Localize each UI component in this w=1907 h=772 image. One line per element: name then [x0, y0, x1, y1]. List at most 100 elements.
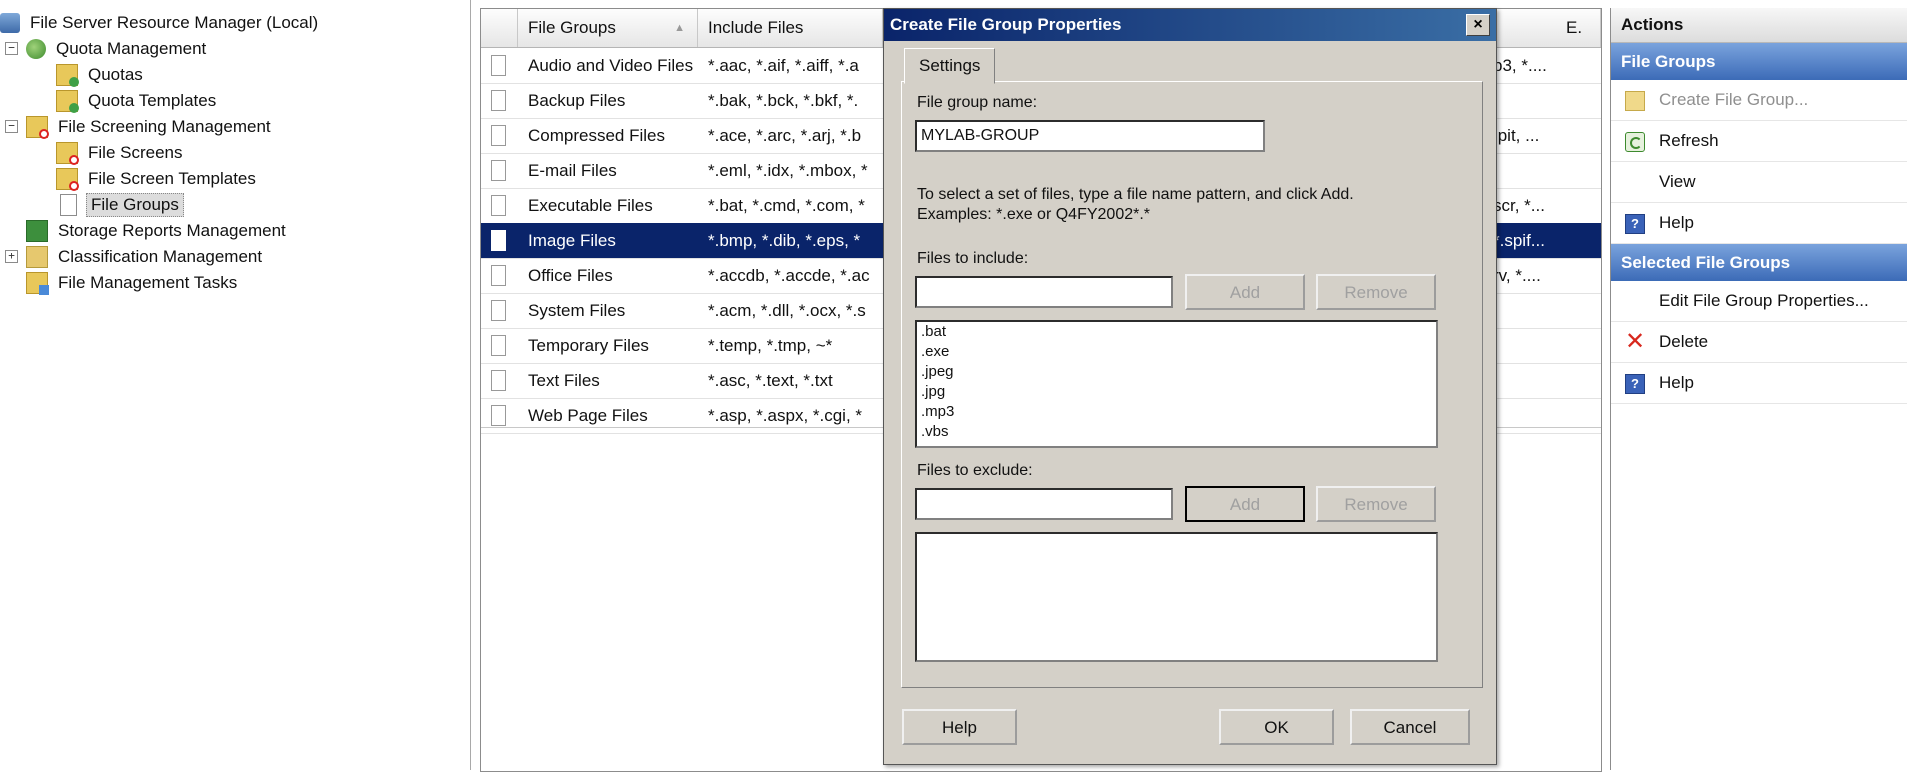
exclude-add-button[interactable]: Add — [1185, 486, 1305, 522]
help-button[interactable]: Help — [902, 709, 1017, 745]
list-item[interactable]: .bat — [917, 322, 1436, 342]
ok-button[interactable]: OK — [1219, 709, 1334, 745]
column-header-include-files[interactable]: Include Files — [698, 9, 883, 47]
include-files-cell: *.asc, *.text, *.txt — [708, 371, 833, 390]
tree-item-label: Storage Reports Management — [58, 221, 286, 240]
tree-item-classification[interactable]: Classification Management — [26, 245, 266, 269]
help-action-selected[interactable]: ? Help — [1611, 363, 1907, 404]
new-file-group-icon — [1625, 91, 1645, 111]
list-item[interactable]: .mp3 — [917, 402, 1436, 422]
file-group-name: System Files — [528, 301, 626, 320]
help-icon: ? — [1625, 214, 1645, 234]
exclude-list[interactable] — [915, 532, 1438, 662]
file-group-name: Executable Files — [528, 196, 653, 215]
dialog-titlebar[interactable]: Create File Group Properties × — [884, 9, 1496, 41]
action-label: Help — [1659, 213, 1694, 232]
instructions-line-2: Examples: *.exe or Q4FY2002*.* — [917, 206, 1151, 223]
include-pattern-input[interactable] — [915, 276, 1173, 308]
delete-action[interactable]: ✕ Delete — [1611, 322, 1907, 363]
tree-item-file-groups[interactable]: File Groups — [60, 193, 184, 217]
include-add-button[interactable]: Add — [1185, 274, 1305, 310]
file-group-icon — [491, 300, 506, 321]
create-file-group-action[interactable]: Create File Group... — [1611, 80, 1907, 121]
list-item[interactable]: .exe — [917, 342, 1436, 362]
tree-item-quota-templates[interactable]: Quota Templates — [56, 89, 220, 113]
file-group-name: Image Files — [528, 231, 616, 250]
include-list[interactable]: .bat .exe .jpeg .jpg .mp3 .vbs — [915, 320, 1438, 448]
help-action[interactable]: ? Help — [1611, 203, 1907, 244]
include-files-cell: *.bak, *.bck, *.bkf, *. — [708, 91, 859, 110]
collapse-icon[interactable]: − — [5, 42, 18, 55]
file-screening-icon — [26, 116, 49, 139]
include-label: Files to include: — [917, 250, 1029, 267]
tree-item-storage-reports[interactable]: Storage Reports Management — [26, 219, 290, 243]
tab-settings[interactable]: Settings — [904, 48, 996, 84]
quota-folder-icon — [56, 64, 79, 87]
file-group-name: Text Files — [528, 371, 600, 390]
list-item[interactable]: .jpeg — [917, 362, 1436, 382]
tree-item-label: File Screen Templates — [88, 169, 256, 188]
cancel-button[interactable]: Cancel — [1350, 709, 1470, 745]
action-label: Help — [1659, 373, 1694, 392]
tree-item-file-screens[interactable]: File Screens — [56, 141, 186, 165]
group-name-input[interactable]: MYLAB-GROUP — [915, 120, 1265, 152]
actions-section-file-groups[interactable]: File Groups — [1611, 43, 1907, 80]
delete-icon: ✕ — [1625, 328, 1646, 355]
collapse-icon[interactable]: − — [5, 120, 18, 133]
exclude-files-cell: .pit, ... — [1493, 126, 1540, 145]
file-group-name: Temporary Files — [528, 336, 649, 355]
tree-item-label: Classification Management — [58, 247, 263, 266]
tree-item-file-screening[interactable]: File Screening Management — [26, 115, 275, 139]
tree-item-label: Quotas — [88, 65, 143, 84]
tree-item-label: File Groups — [86, 193, 184, 217]
include-files-cell: *.bat, *.cmd, *.com, * — [708, 196, 865, 215]
file-group-icon — [491, 160, 506, 181]
exclude-remove-button[interactable]: Remove — [1316, 486, 1436, 522]
tree-item-root[interactable]: File Server Resource Manager (Local) — [0, 11, 322, 35]
column-header-label: E. — [1566, 18, 1583, 37]
view-action[interactable]: View — [1611, 162, 1907, 203]
column-header-file-groups[interactable]: File Groups ▲ — [518, 9, 698, 47]
include-files-cell: *.eml, *.idx, *.mbox, * — [708, 161, 868, 180]
server-icon — [0, 13, 20, 33]
column-header-icon[interactable] — [481, 9, 518, 47]
exclude-pattern-input[interactable] — [915, 488, 1173, 520]
column-header-label: Include Files — [708, 18, 804, 37]
list-item[interactable]: .jpg — [917, 382, 1436, 402]
quota-icon — [26, 39, 46, 59]
tree-item-label: File Screening Management — [58, 117, 271, 136]
help-icon: ? — [1625, 374, 1645, 394]
file-group-icon — [491, 195, 506, 216]
exclude-label: Files to exclude: — [917, 462, 1033, 479]
settings-tab-panel: File group name: MYLAB-GROUP To select a… — [901, 81, 1483, 688]
template-icon — [56, 168, 79, 191]
actions-title: Actions — [1611, 8, 1907, 43]
file-group-icon — [491, 55, 506, 76]
edit-file-group-properties-action[interactable]: Edit File Group Properties... — [1611, 281, 1907, 322]
include-files-cell: *.bmp, *.dib, *.eps, * — [708, 231, 861, 250]
file-screen-icon — [56, 142, 79, 165]
tree-item-file-screen-templates[interactable]: File Screen Templates — [56, 167, 260, 191]
tree-item-quota-management[interactable]: Quota Management — [26, 37, 210, 61]
refresh-action[interactable]: Refresh — [1611, 121, 1907, 162]
template-icon — [56, 90, 79, 113]
include-files-cell: *.accdb, *.accde, *.ac — [708, 266, 870, 285]
close-icon[interactable]: × — [1466, 14, 1490, 36]
column-header-exclude-files[interactable]: E. — [1556, 9, 1601, 47]
list-item[interactable]: .vbs — [917, 422, 1436, 442]
tree-item-file-management-tasks[interactable]: File Management Tasks — [26, 271, 241, 295]
include-remove-button[interactable]: Remove — [1316, 274, 1436, 310]
file-group-name: Office Files — [528, 266, 613, 285]
tree-item-label: File Server Resource Manager (Local) — [30, 13, 319, 32]
expand-icon[interactable]: + — [5, 250, 18, 263]
page-icon — [60, 194, 77, 216]
file-group-name: Audio and Video Files — [528, 56, 694, 75]
include-files-cell: *.acm, *.dll, *.ocx, *.s — [708, 301, 866, 320]
tree-item-quotas[interactable]: Quotas — [56, 63, 147, 87]
classification-icon — [26, 246, 48, 268]
console-tree: File Server Resource Manager (Local) − Q… — [0, 0, 471, 770]
actions-section-selected-file-groups[interactable]: Selected File Groups — [1611, 244, 1907, 281]
action-label: Delete — [1659, 332, 1709, 351]
file-group-icon — [491, 265, 506, 286]
action-label: View — [1659, 172, 1696, 191]
